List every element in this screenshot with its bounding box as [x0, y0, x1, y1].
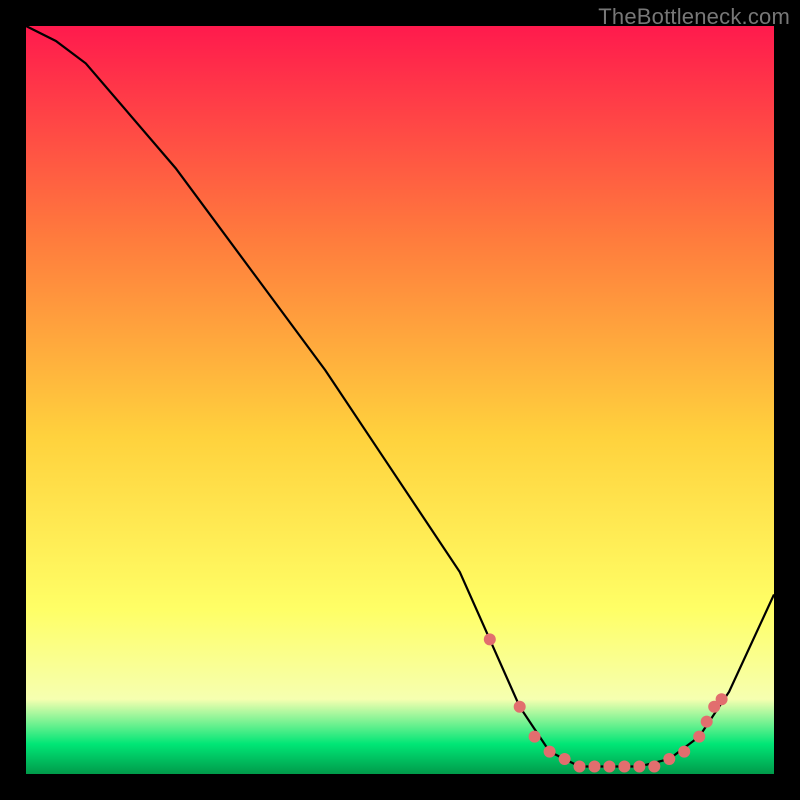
marker-dot	[589, 761, 601, 773]
marker-dot	[701, 716, 713, 728]
marker-dot	[574, 761, 586, 773]
marker-dot	[559, 753, 571, 765]
watermark-text: TheBottleneck.com	[598, 4, 790, 30]
bottleneck-chart	[26, 26, 774, 774]
marker-dot	[678, 746, 690, 758]
marker-dot	[529, 731, 541, 743]
marker-dot	[484, 633, 496, 645]
gradient-background	[26, 26, 774, 774]
marker-dot	[544, 746, 556, 758]
marker-dot	[716, 693, 728, 705]
marker-dot	[648, 761, 660, 773]
marker-dot	[514, 701, 526, 713]
chart-frame: TheBottleneck.com	[0, 0, 800, 800]
plot-area	[26, 26, 774, 774]
marker-dot	[618, 761, 630, 773]
marker-dot	[603, 761, 615, 773]
marker-dot	[663, 753, 675, 765]
marker-dot	[633, 761, 645, 773]
marker-dot	[693, 731, 705, 743]
